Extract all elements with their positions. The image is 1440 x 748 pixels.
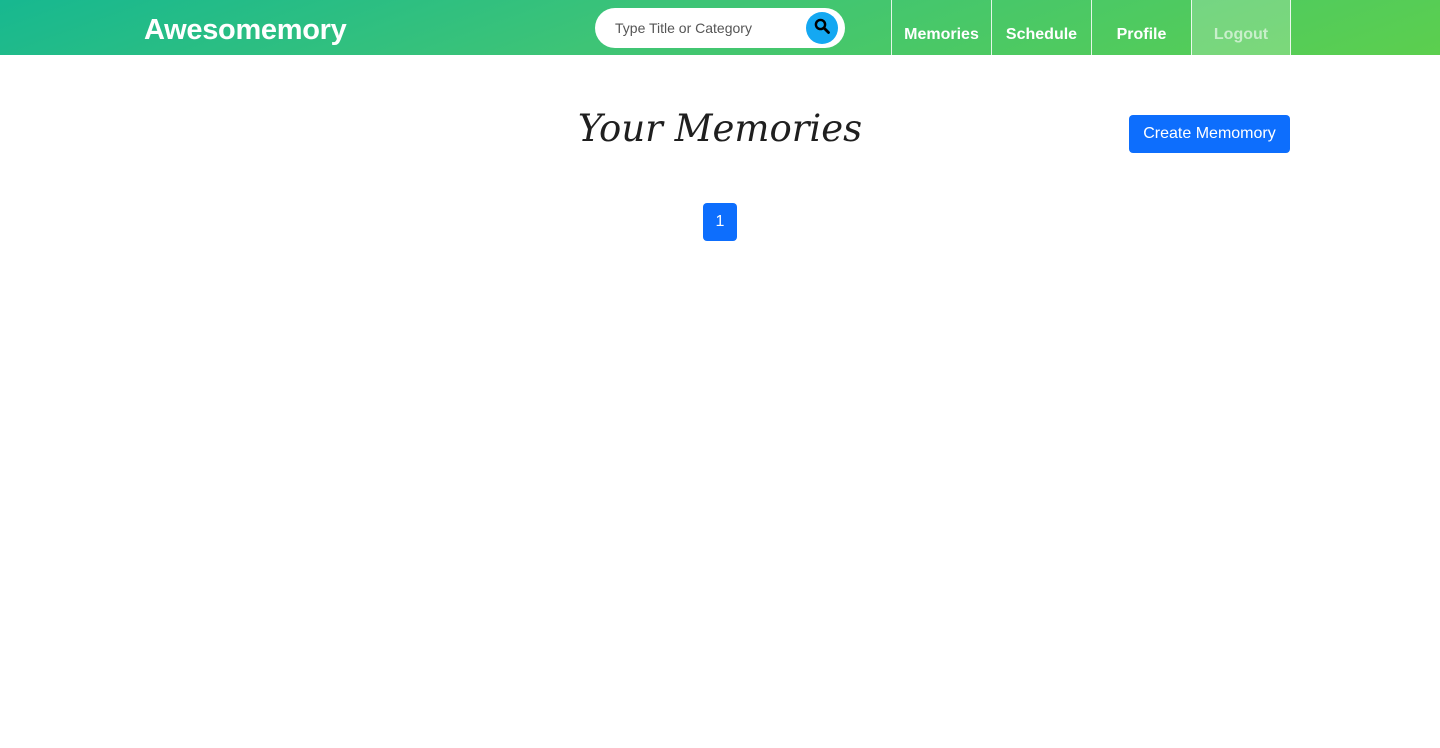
nav-links: Memories Schedule Profile Logout (891, 0, 1291, 55)
pagination: 1 (703, 203, 737, 241)
search-icon (814, 18, 830, 39)
nav-logout[interactable]: Logout (1191, 0, 1291, 55)
search-bar (595, 8, 845, 48)
top-navbar: Awesomemory Memories Schedule Profile Lo… (0, 0, 1440, 55)
search-input[interactable] (615, 17, 795, 39)
search-button[interactable] (806, 12, 838, 44)
nav-profile[interactable]: Profile (1091, 0, 1191, 55)
nav-memories[interactable]: Memories (891, 0, 991, 55)
nav-schedule[interactable]: Schedule (991, 0, 1091, 55)
create-memory-button[interactable]: Create Memomory (1129, 115, 1290, 153)
page-button-1[interactable]: 1 (703, 203, 737, 241)
page-title: Your Memories (577, 107, 863, 150)
brand-logo[interactable]: Awesomemory (144, 12, 347, 48)
